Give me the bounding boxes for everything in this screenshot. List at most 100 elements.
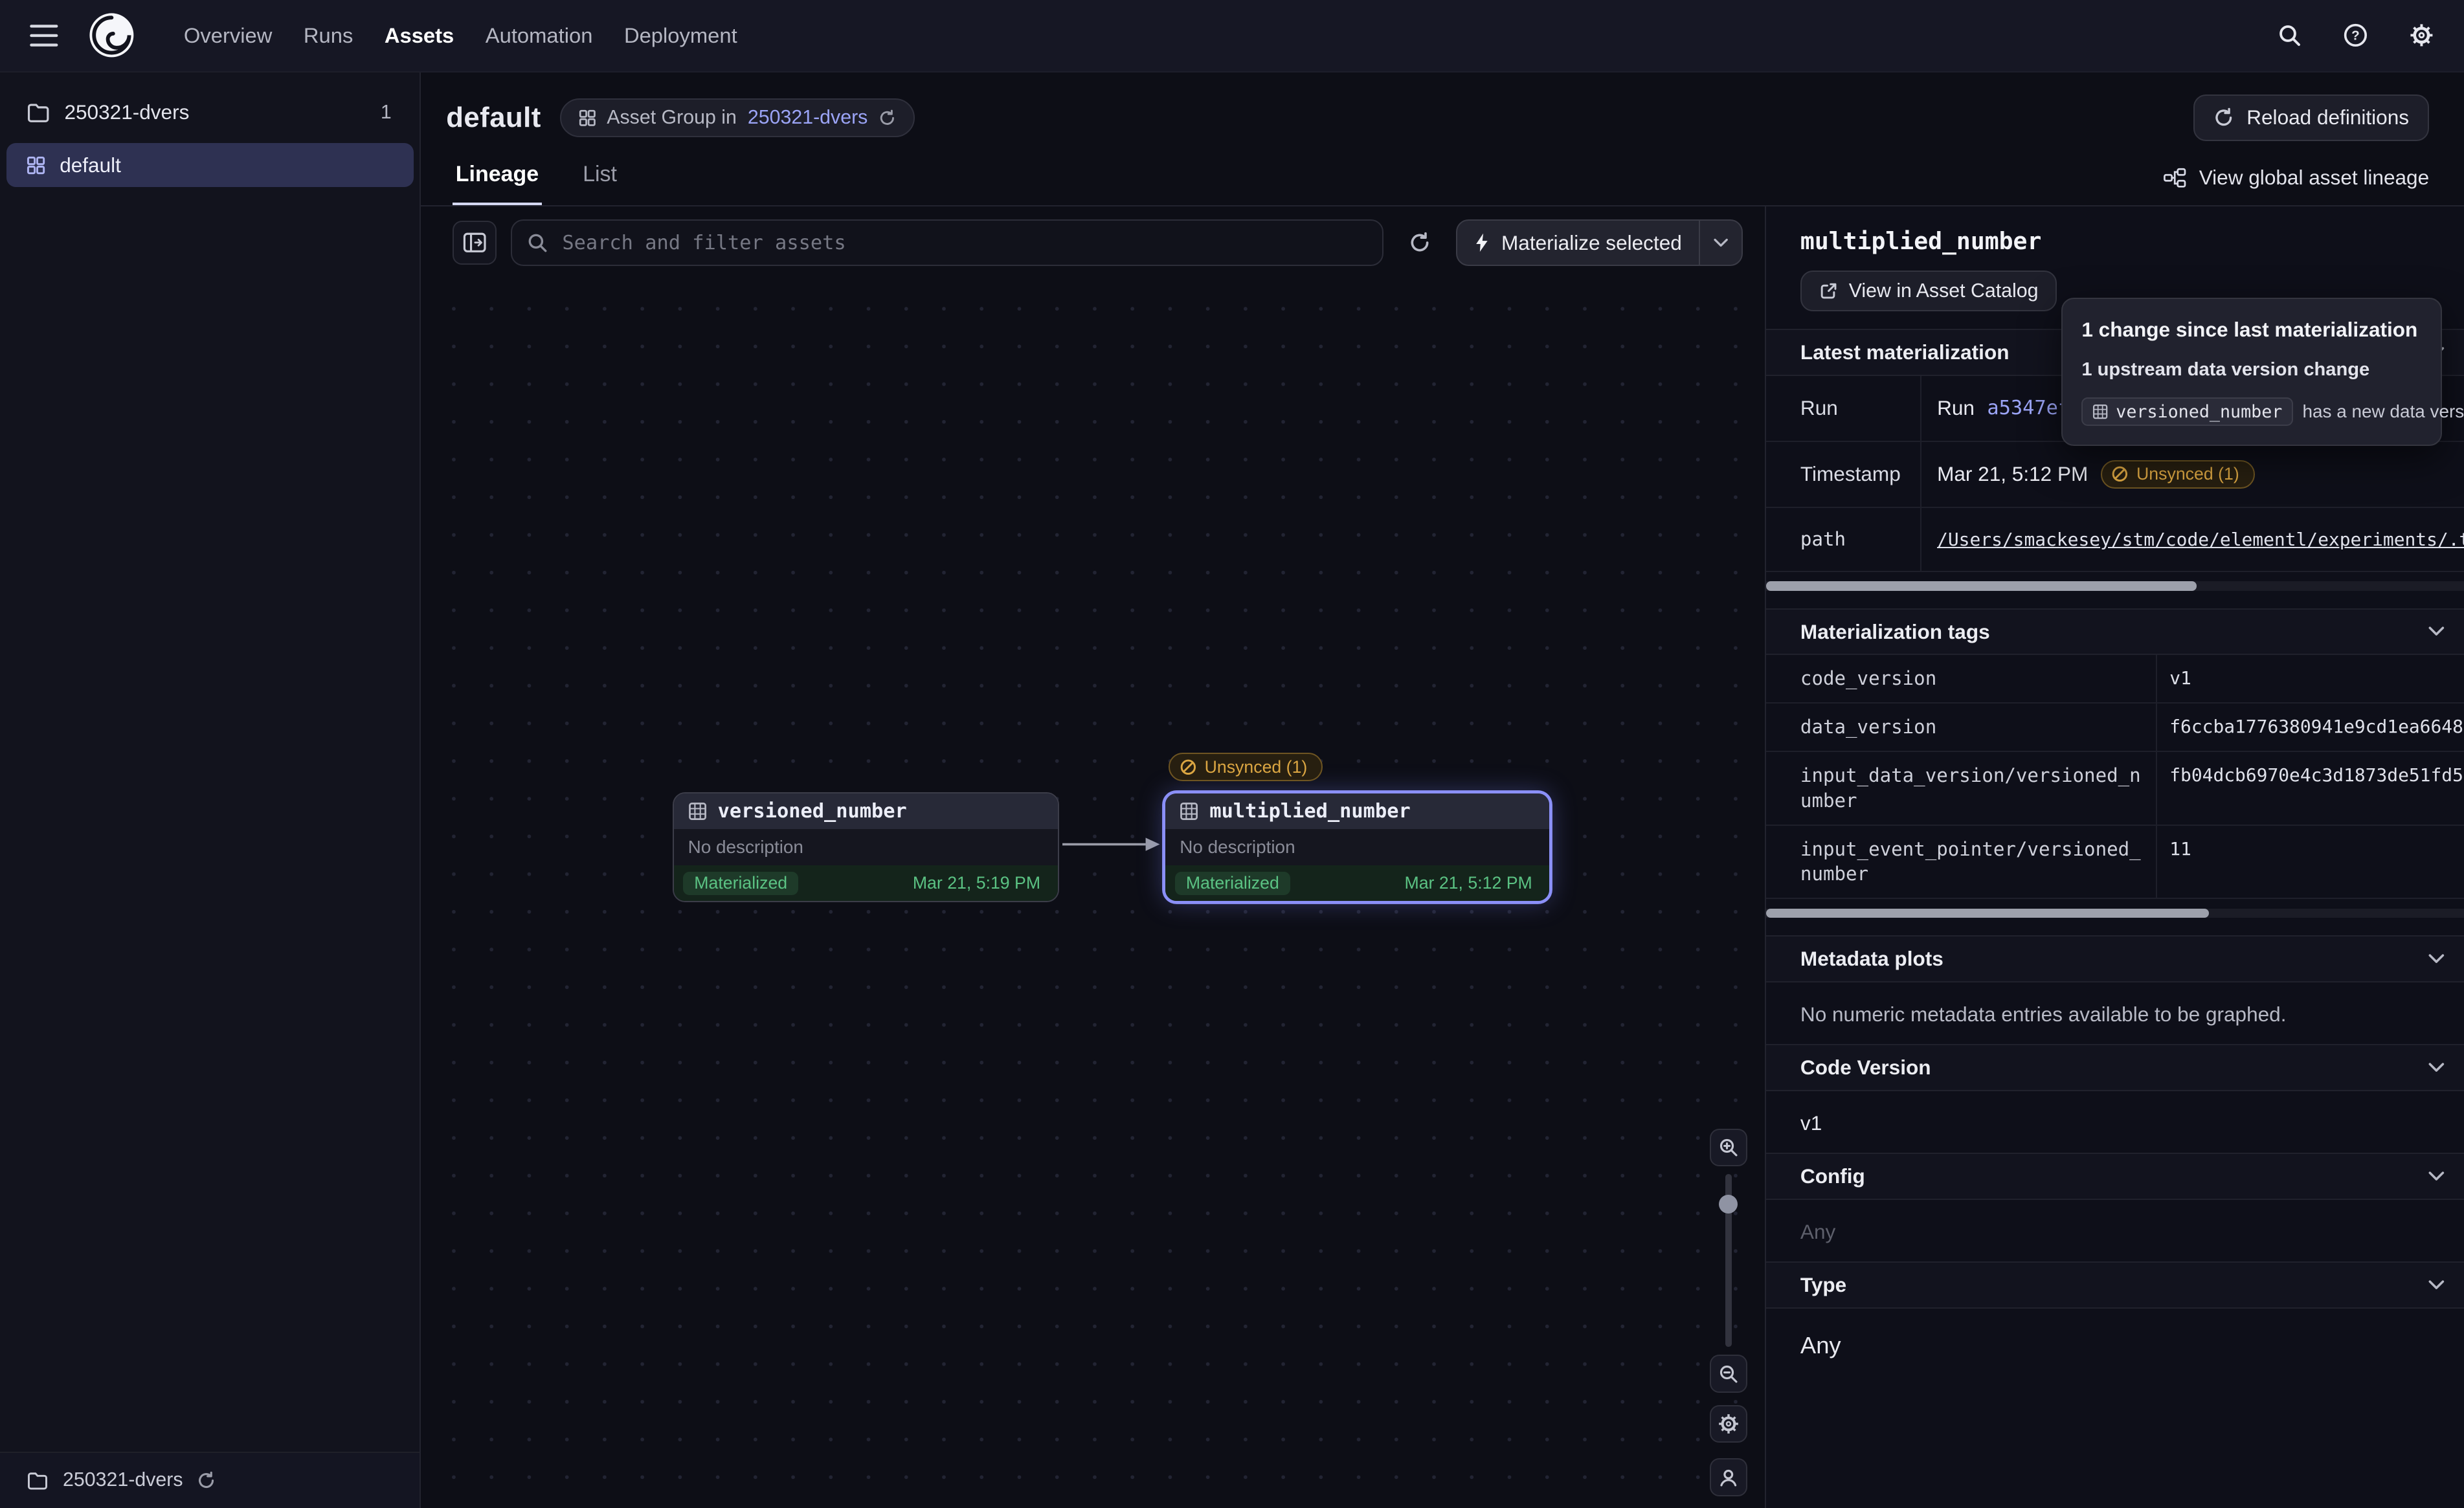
folder-icon xyxy=(27,102,50,123)
type-value: Any xyxy=(1800,1332,2429,1359)
chevron-down-icon[interactable] xyxy=(2428,1279,2445,1291)
sidebar-group-row[interactable]: 250321-dvers 1 xyxy=(0,72,420,140)
asset-node-name: versioned_number xyxy=(718,800,907,823)
tag-value: 11 xyxy=(2157,826,2464,898)
table-row: input_event_pointer/versioned_number 11 xyxy=(1766,826,2464,900)
chevron-down-icon[interactable] xyxy=(2428,625,2445,638)
panel-toggle-icon[interactable] xyxy=(453,221,497,265)
zoom-controls xyxy=(1710,1129,1747,1496)
unsynced-badge[interactable]: Unsynced (1) xyxy=(1169,753,1323,781)
unsynced-badge[interactable]: Unsynced (1) xyxy=(2101,460,2255,489)
asset-groups-sidebar: 250321-dvers 1 default 250321-dvers xyxy=(0,72,421,1508)
config-value: Any xyxy=(1800,1220,2429,1244)
row-label: Timestamp xyxy=(1766,442,1921,507)
view-in-asset-catalog-button[interactable]: View in Asset Catalog xyxy=(1800,271,2057,311)
nav-item-automation[interactable]: Automation xyxy=(471,14,607,57)
table-row: data_version f6ccba1776380941e9cd1ea6648… xyxy=(1766,704,2464,752)
gear-icon[interactable] xyxy=(2398,12,2445,59)
nav-item-assets[interactable]: Assets xyxy=(370,14,468,57)
asset-group-icon xyxy=(579,109,596,127)
unsynced-badge-label: Unsynced (1) xyxy=(2136,464,2239,484)
badge-prefix: Asset Group in xyxy=(607,107,737,129)
refresh-icon[interactable] xyxy=(879,109,896,127)
tag-value: f6ccba1776380941e9cd1ea66481d xyxy=(2157,704,2464,751)
sidebar-group-count: 1 xyxy=(381,102,392,124)
refresh-icon[interactable] xyxy=(197,1471,216,1490)
refresh-icon[interactable] xyxy=(1398,221,1442,265)
lineage-icon xyxy=(2163,168,2186,188)
section-title: Latest materialization xyxy=(1800,340,2010,364)
refresh-icon xyxy=(2213,107,2234,128)
chevron-down-icon xyxy=(1713,238,1729,249)
section-title: Type xyxy=(1800,1273,1846,1297)
section-title: Config xyxy=(1800,1164,1865,1188)
zoom-in-icon[interactable] xyxy=(1710,1129,1747,1166)
reload-definitions-label: Reload definitions xyxy=(2246,105,2409,129)
table-row: input_data_version/versioned_number fb04… xyxy=(1766,752,2464,826)
search-icon xyxy=(526,232,548,254)
badge-group-link[interactable]: 250321-dvers xyxy=(748,107,868,129)
tab-lineage[interactable]: Lineage xyxy=(453,155,542,205)
section-metadata-plots[interactable]: Metadata plots xyxy=(1766,935,2464,982)
materialization-time: Mar 21, 5:12 PM xyxy=(1404,873,1540,893)
asset-detail-panel: multiplied_number View in Asset Catalog … xyxy=(1765,206,2464,1508)
unsynced-badge-label: Unsynced (1) xyxy=(1205,757,1308,777)
zoom-slider-thumb[interactable] xyxy=(1719,1195,1738,1214)
materialize-dropdown-caret[interactable] xyxy=(1699,221,1741,265)
scrollbar-thumb[interactable] xyxy=(1766,581,2197,591)
horizontal-scrollbar xyxy=(1766,909,2464,918)
section-materialization-tags[interactable]: Materialization tags xyxy=(1766,608,2464,656)
materialize-selected-button[interactable]: Materialize selected xyxy=(1456,219,1742,267)
tab-list[interactable]: List xyxy=(579,155,620,205)
section-code-version[interactable]: Code Version xyxy=(1766,1044,2464,1091)
graph-settings-gear-icon[interactable] xyxy=(1710,1405,1747,1443)
tabs-row: Lineage List View global asset lineage xyxy=(421,155,2463,206)
scrollbar-thumb[interactable] xyxy=(1766,909,2209,918)
nav-item-runs[interactable]: Runs xyxy=(289,14,367,57)
asset-chip-label: versioned_number xyxy=(2116,402,2282,422)
user-icon[interactable] xyxy=(1710,1458,1747,1496)
zoom-slider[interactable] xyxy=(1710,1174,1747,1347)
status-badge: Materialized xyxy=(1175,872,1290,895)
popover-subtitle: 1 upstream data version change xyxy=(2081,359,2421,381)
menu-icon[interactable] xyxy=(19,10,69,61)
horizontal-scrollbar xyxy=(1766,581,2464,591)
asset-node-multiplied-number[interactable]: Unsynced (1) multiplied_number No descri… xyxy=(1164,792,1551,902)
view-global-lineage-label: View global asset lineage xyxy=(2199,166,2429,190)
main-header: default Asset Group in 250321-dvers xyxy=(421,72,2463,207)
path-link[interactable]: /Users/smackesey/stm/code/elementl/exper… xyxy=(1937,529,2463,550)
section-type[interactable]: Type xyxy=(1766,1261,2464,1309)
nav-item-overview[interactable]: Overview xyxy=(170,14,286,57)
table-icon xyxy=(2092,404,2108,419)
nav-item-deployment[interactable]: Deployment xyxy=(610,14,751,57)
search-icon[interactable] xyxy=(2266,12,2313,59)
help-icon[interactable]: ? xyxy=(2332,12,2379,59)
asset-group-badge[interactable]: Asset Group in 250321-dvers xyxy=(560,98,915,138)
run-prefix: Run xyxy=(1937,396,1975,420)
zoom-out-icon[interactable] xyxy=(1710,1355,1747,1392)
tag-value: v1 xyxy=(2157,655,2464,702)
lineage-edge-arrow xyxy=(1062,835,1163,854)
sidebar-item-default[interactable]: default xyxy=(6,143,414,187)
metadata-empty-message: No numeric metadata entries available to… xyxy=(1800,1003,2429,1026)
reload-definitions-button[interactable]: Reload definitions xyxy=(2193,94,2429,142)
chevron-down-icon[interactable] xyxy=(2428,1170,2445,1182)
sidebar-item-label: default xyxy=(60,153,121,177)
asset-node-description: No description xyxy=(1165,829,1549,865)
tag-key: data_version xyxy=(1766,704,2157,751)
unsynced-icon xyxy=(1180,759,1197,776)
asset-node-versioned-number[interactable]: versioned_number No description Material… xyxy=(673,792,1059,902)
asset-chip[interactable]: versioned_number xyxy=(2081,397,2293,426)
popover-detail: has a new data version xyxy=(2302,401,2463,422)
section-config[interactable]: Config xyxy=(1766,1153,2464,1200)
lineage-canvas[interactable]: versioned_number No description Material… xyxy=(421,279,1764,1508)
dagster-logo[interactable] xyxy=(88,12,135,59)
code-version-value: v1 xyxy=(1800,1111,2429,1135)
sidebar-footer[interactable]: 250321-dvers xyxy=(0,1452,420,1508)
view-global-lineage-link[interactable]: View global asset lineage xyxy=(2163,166,2429,205)
asset-search-input[interactable] xyxy=(511,219,1384,267)
app-root: Overview Runs Assets Automation Deployme… xyxy=(0,0,2464,1508)
chevron-down-icon[interactable] xyxy=(2428,1061,2445,1074)
chevron-down-icon[interactable] xyxy=(2428,953,2445,965)
timestamp-value: Mar 21, 5:12 PM xyxy=(1937,462,2088,486)
